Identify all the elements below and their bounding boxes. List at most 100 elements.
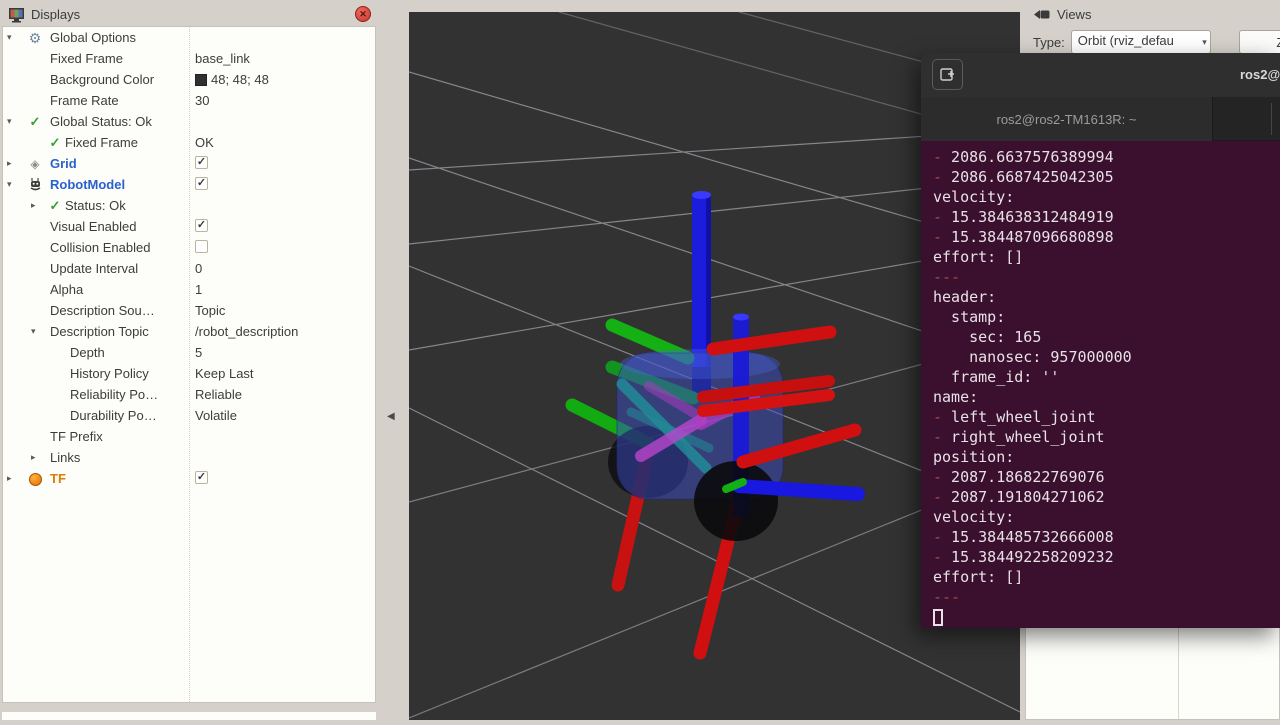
property-label: Reliability Po… xyxy=(70,387,158,402)
property-label: Global Options xyxy=(50,30,136,45)
display-property-row[interactable]: Background Color48; 48; 48 xyxy=(3,70,375,91)
value-text: 0 xyxy=(195,261,202,276)
terminal-line: header: xyxy=(933,287,1280,307)
display-property-row[interactable]: ✓Fixed FrameOK xyxy=(3,133,375,154)
terminal-line: - 2087.191804271062 xyxy=(933,487,1280,507)
close-icon[interactable]: ✕ xyxy=(355,6,371,22)
terminal-line: - left_wheel_joint xyxy=(933,407,1280,427)
display-property-row[interactable]: Visual Enabled ✓ xyxy=(3,217,375,238)
property-value[interactable]: ✓ xyxy=(195,219,208,232)
property-value[interactable]: 48; 48; 48 xyxy=(195,72,269,87)
property-label: Fixed Frame xyxy=(65,135,138,150)
value-text: Reliable xyxy=(195,387,242,402)
property-label: Fixed Frame xyxy=(50,51,123,66)
tree-expander-collapsed-icon[interactable]: ▸ xyxy=(31,200,36,211)
tree-expander-collapsed-icon[interactable]: ▸ xyxy=(7,158,12,169)
property-label: TF xyxy=(50,471,66,486)
tree-expander-expanded-icon[interactable]: ▾ xyxy=(7,179,12,190)
property-value[interactable]: /robot_description xyxy=(195,324,298,339)
property-value[interactable]: base_link xyxy=(195,51,250,66)
terminal-line: - 15.384638312484919 xyxy=(933,207,1280,227)
display-property-row[interactable]: Update Interval0 xyxy=(3,259,375,280)
tree-expander-expanded-icon[interactable]: ▾ xyxy=(31,326,36,337)
checkbox-unchecked[interactable] xyxy=(195,240,208,253)
value-text: 5 xyxy=(195,345,202,360)
checkbox-checked[interactable]: ✓ xyxy=(195,156,208,169)
display-property-row[interactable]: ▸ TF ✓ xyxy=(3,469,375,490)
terminal-tab[interactable]: ros2@ros2-TM1613R: ~ xyxy=(921,97,1213,141)
property-label: Description Topic xyxy=(50,324,149,339)
display-property-row[interactable]: ▾RobotModel✓ xyxy=(3,175,375,196)
bottom-panel-strip xyxy=(2,712,376,720)
zero-button[interactable]: Ze xyxy=(1239,30,1280,54)
views-panel-header[interactable]: Views xyxy=(1025,4,1280,25)
property-value[interactable]: ✓ xyxy=(195,177,208,190)
view-type-label: Type: xyxy=(1033,35,1065,50)
display-property-row[interactable]: Collision Enabled xyxy=(3,238,375,259)
property-label: Visual Enabled xyxy=(50,219,137,234)
views-panel-title: Views xyxy=(1057,7,1091,22)
property-label: Collision Enabled xyxy=(50,240,150,255)
axis-z-wheel xyxy=(739,486,858,494)
terminal-line: - 15.384492258209232 xyxy=(933,547,1280,567)
check-icon: ✓ xyxy=(27,114,43,130)
tree-expander-expanded-icon[interactable]: ▾ xyxy=(7,116,12,127)
terminal-line: nanosec: 957000000 xyxy=(933,347,1280,367)
display-property-row[interactable]: TF Prefix xyxy=(3,427,375,448)
checkbox-checked[interactable]: ✓ xyxy=(195,219,208,232)
displays-icon xyxy=(8,7,25,23)
display-property-row[interactable]: Fixed Frame base_link xyxy=(3,49,375,70)
display-property-row[interactable]: Description Sou…Topic xyxy=(3,301,375,322)
terminal-titlebar[interactable]: ros2@ xyxy=(921,53,1280,97)
display-property-row[interactable]: Durability Po…Volatile xyxy=(3,406,375,427)
terminal-content[interactable]: - 2086.6637576389994- 2086.6687425042305… xyxy=(921,141,1280,628)
property-label: Depth xyxy=(70,345,105,360)
property-value[interactable] xyxy=(195,240,208,253)
property-value[interactable]: ✓ xyxy=(195,156,208,169)
terminal-line: stamp: xyxy=(933,307,1280,327)
property-value[interactable]: 30 xyxy=(195,93,209,108)
display-property-row[interactable]: Frame Rate30 xyxy=(3,91,375,112)
value-text: 1 xyxy=(195,282,202,297)
display-property-row[interactable]: Reliability Po… Reliable xyxy=(3,385,375,406)
property-label: Grid xyxy=(50,156,77,171)
panel-collapse-arrow-icon[interactable]: ◀ xyxy=(387,411,395,422)
new-tab-button[interactable] xyxy=(932,59,963,90)
value-text: 48; 48; 48 xyxy=(211,72,269,87)
display-property-row[interactable]: Alpha1 xyxy=(3,280,375,301)
property-value[interactable]: Keep Last xyxy=(195,366,254,381)
terminal-line: frame_id: '' xyxy=(933,367,1280,387)
display-property-row[interactable]: ▾ Description Topic/robot_description xyxy=(3,322,375,343)
property-value[interactable]: Topic xyxy=(195,303,225,318)
terminal-line: - 2086.6687425042305 xyxy=(933,167,1280,187)
tree-expander-collapsed-icon[interactable]: ▸ xyxy=(7,473,12,484)
property-value[interactable]: Volatile xyxy=(195,408,237,423)
property-value[interactable]: 5 xyxy=(195,345,202,360)
display-property-row[interactable]: ▸✓Status: Ok xyxy=(3,196,375,217)
checkbox-checked[interactable]: ✓ xyxy=(195,471,208,484)
property-label: History Policy xyxy=(70,366,149,381)
checkbox-checked[interactable]: ✓ xyxy=(195,177,208,190)
property-value[interactable]: Reliable xyxy=(195,387,242,402)
display-property-row[interactable]: ▾⚙Global Options xyxy=(3,28,375,49)
display-property-row[interactable]: ▸Links xyxy=(3,448,375,469)
tree-expander-expanded-icon[interactable]: ▾ xyxy=(7,32,12,43)
terminal-tab-title: ros2@ros2-TM1613R: ~ xyxy=(997,112,1137,127)
terminal-line: velocity: xyxy=(933,507,1280,527)
terminal-line: effort: [] xyxy=(933,247,1280,267)
display-property-row[interactable]: History Policy Keep Last xyxy=(3,364,375,385)
property-value[interactable]: OK xyxy=(195,135,214,150)
view-type-dropdown[interactable]: Orbit (rviz_defau ▾ xyxy=(1071,30,1211,54)
terminal-line: - 15.384487096680898 xyxy=(933,227,1280,247)
tree-expander-collapsed-icon[interactable]: ▸ xyxy=(31,452,36,463)
grid-icon: ◈ xyxy=(27,156,43,172)
camera-icon xyxy=(1033,8,1051,21)
displays-panel-header[interactable]: Displays ✕ xyxy=(2,4,376,25)
property-value[interactable]: ✓ xyxy=(195,471,208,484)
display-property-row[interactable]: ▸ ◈ Grid ✓ xyxy=(3,154,375,175)
property-value[interactable]: 0 xyxy=(195,261,202,276)
display-property-row[interactable]: Depth 5 xyxy=(3,343,375,364)
terminal-line: --- xyxy=(933,587,1280,607)
display-property-row[interactable]: ▾✓Global Status: Ok xyxy=(3,112,375,133)
property-value[interactable]: 1 xyxy=(195,282,202,297)
